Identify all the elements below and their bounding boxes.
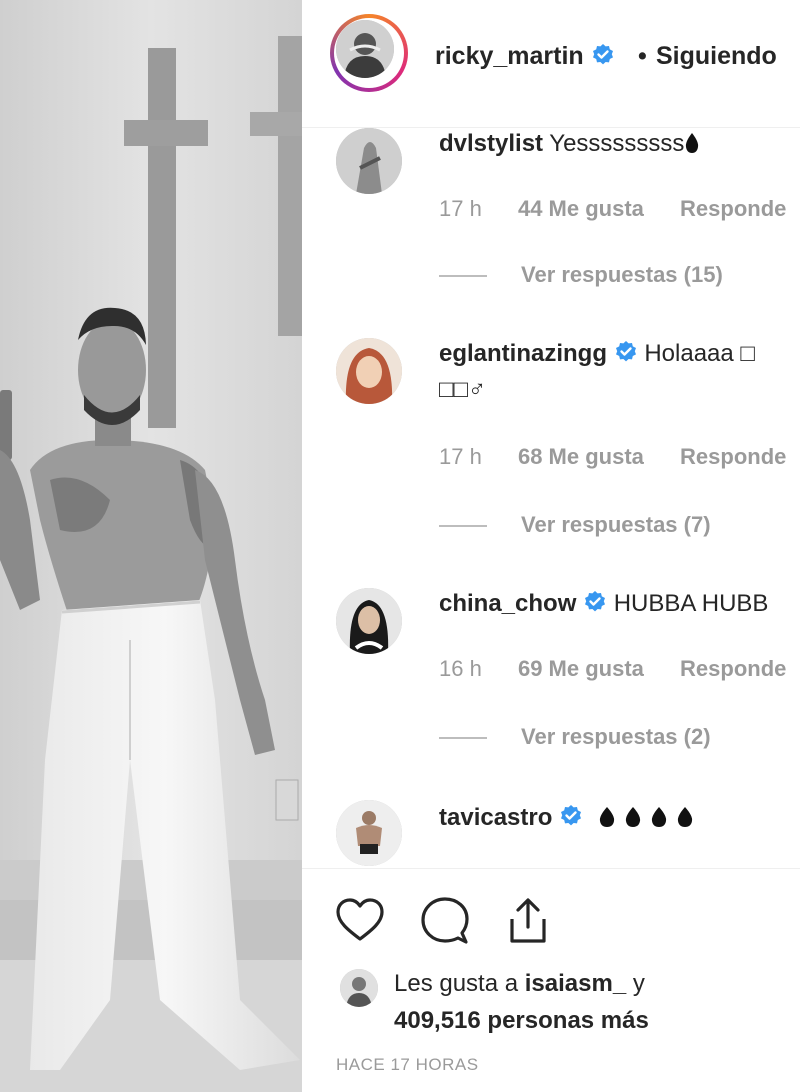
comment-likes[interactable]: 44 Me gusta xyxy=(518,196,644,222)
reply-button[interactable]: Responde xyxy=(680,444,786,470)
likes-prefix: Les gusta a xyxy=(394,970,525,997)
liked-by-text: Les gusta a isaiasm_ y 409,516 personas … xyxy=(394,965,649,1039)
comment-body: Holaaaa □ xyxy=(644,340,755,367)
share-upload-icon[interactable] xyxy=(502,895,554,947)
comment-text: dvlstylist Yesssssssss xyxy=(439,130,700,158)
comment-avatar[interactable] xyxy=(336,800,402,866)
following-button[interactable]: Siguiendo xyxy=(656,42,777,71)
header-separator: • xyxy=(638,42,647,70)
comment-text-line2: □□♂ xyxy=(439,376,486,403)
comment-avatar[interactable] xyxy=(336,128,402,194)
view-replies-button[interactable]: Ver respuestas (2) xyxy=(439,724,711,750)
comment-likes[interactable]: 68 Me gusta xyxy=(518,444,644,470)
verified-badge-icon xyxy=(615,341,636,362)
view-replies-label[interactable]: Ver respuestas (2) xyxy=(521,724,711,749)
comment-body: HUBBA HUBB xyxy=(613,590,769,617)
comment-button[interactable] xyxy=(418,895,470,947)
liked-by-user[interactable]: isaiasm_ xyxy=(525,970,626,997)
view-replies-label[interactable]: Ver respuestas (7) xyxy=(521,512,711,537)
like-button[interactable] xyxy=(334,895,386,947)
header-username-link[interactable]: ricky_martin xyxy=(435,42,615,71)
header-username[interactable]: ricky_martin xyxy=(435,42,584,70)
comment-username[interactable]: eglantinazingg xyxy=(439,340,607,367)
post-header: ricky_martin • Siguiendo xyxy=(302,0,800,128)
liker-avatar[interactable] xyxy=(340,969,378,1007)
comment-username[interactable]: china_chow xyxy=(439,590,576,617)
verified-badge-icon xyxy=(561,805,582,826)
verified-badge-icon xyxy=(585,591,606,612)
replies-line xyxy=(439,525,487,528)
share-button[interactable] xyxy=(502,895,554,947)
comment-avatar[interactable] xyxy=(336,588,402,654)
profile-avatar[interactable] xyxy=(336,20,394,78)
comment-meta: 17 h 44 Me gusta Responde xyxy=(439,196,800,222)
comment-avatar[interactable] xyxy=(336,338,402,404)
comment-text: eglantinazingg Holaaaa □ xyxy=(439,340,755,368)
comments-list[interactable]: dvlstylist Yesssssssss 17 h 44 Me gusta … xyxy=(302,128,800,868)
comment-time[interactable]: 16 h xyxy=(439,656,482,682)
post-footer: Les gusta a isaiasm_ y 409,516 personas … xyxy=(302,868,800,1092)
comment-text: tavicastro xyxy=(439,804,700,832)
post-details-panel: ricky_martin • Siguiendo dvlstylist Yess… xyxy=(302,0,800,1092)
view-replies-button[interactable]: Ver respuestas (7) xyxy=(439,512,711,538)
comment-body: Yesssssssss xyxy=(549,130,685,157)
fire-drop-icons xyxy=(599,807,692,827)
comment-likes[interactable]: 69 Me gusta xyxy=(518,656,644,682)
profile-story-ring[interactable] xyxy=(330,14,408,92)
post-photo-image xyxy=(0,0,302,1092)
replies-line xyxy=(439,737,487,740)
reply-button[interactable]: Responde xyxy=(680,656,786,682)
reply-button[interactable]: Responde xyxy=(680,196,786,222)
post-photo xyxy=(0,0,302,1092)
view-replies-label[interactable]: Ver respuestas (15) xyxy=(521,262,723,287)
comment-time[interactable]: 17 h xyxy=(439,196,482,222)
verified-badge-icon xyxy=(592,44,613,65)
comment-meta: 16 h 69 Me gusta Responde xyxy=(439,656,800,682)
comment-time[interactable]: 17 h xyxy=(439,444,482,470)
comment-username[interactable]: dvlstylist xyxy=(439,130,543,157)
heart-outline-icon[interactable] xyxy=(334,895,386,947)
comment-bubble-icon[interactable] xyxy=(418,895,470,947)
comment-meta: 17 h 68 Me gusta Responde xyxy=(439,444,800,470)
replies-line xyxy=(439,275,487,278)
fire-drop-icon xyxy=(686,133,699,153)
comment-text: china_chow HUBBA HUBB xyxy=(439,590,768,618)
likes-mid: y xyxy=(626,970,645,997)
view-replies-button[interactable]: Ver respuestas (15) xyxy=(439,262,723,288)
likes-count[interactable]: 409,516 personas más xyxy=(394,1007,649,1034)
comment-username[interactable]: tavicastro xyxy=(439,804,552,831)
post-time-ago[interactable]: HACE 17 HORAS xyxy=(336,1055,479,1075)
